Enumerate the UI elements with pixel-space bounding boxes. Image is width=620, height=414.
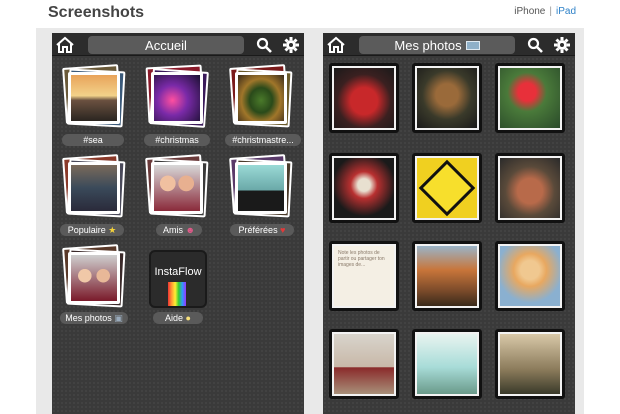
tile-label: Amis ☻ (156, 224, 202, 236)
home-icon[interactable] (54, 35, 76, 55)
iphone-link[interactable]: iPhone (514, 6, 545, 17)
screen-title: Mes photos (359, 36, 515, 54)
top-bar: Mes photos (323, 33, 575, 56)
instaflow-logo: InstaFlow (149, 250, 207, 308)
photo-thumb[interactable] (329, 153, 399, 223)
photo-thumb[interactable]: Note les photos de partir ou partager to… (329, 241, 399, 311)
tile-label: Aide ● (153, 312, 203, 324)
tile-populaire[interactable] (62, 154, 126, 226)
sunset-photo (68, 72, 120, 124)
tile-label: #sea (62, 134, 124, 146)
photo-thumb[interactable] (495, 329, 565, 399)
camera-icon: ▣ (114, 312, 123, 323)
search-icon[interactable] (253, 35, 275, 55)
section-title: Screenshots (48, 4, 145, 21)
friends-photo (151, 162, 203, 214)
separator: | (549, 6, 552, 17)
photo-thumb[interactable] (412, 63, 482, 133)
tile-label: Mes photos ▣ (60, 312, 128, 324)
search-icon[interactable] (524, 35, 546, 55)
gear-icon[interactable] (551, 35, 573, 55)
photo-thumb[interactable] (329, 63, 399, 133)
lightbulb-icon: ● (185, 313, 191, 323)
rainbow-stripe (168, 282, 186, 306)
tile-christmastree[interactable] (229, 64, 293, 136)
title-label: Mes photos (394, 37, 462, 53)
tile-aide[interactable]: InstaFlow (145, 246, 209, 316)
photo-thumb[interactable] (412, 329, 482, 399)
top-bar: Accueil (52, 33, 304, 56)
ipad-link[interactable]: iPad (556, 6, 576, 17)
lights-photo (151, 72, 203, 124)
photo-thumb[interactable] (495, 153, 565, 223)
tile-label: Préférées ♥ (230, 224, 294, 236)
tile-sea[interactable] (62, 64, 126, 136)
home-icon[interactable] (325, 35, 347, 55)
tree-photo (235, 72, 287, 124)
tile-preferees[interactable] (229, 154, 293, 226)
logo-text: InstaFlow (154, 266, 202, 278)
tile-christmas[interactable] (145, 64, 209, 136)
kids-photo (68, 252, 120, 304)
tile-label: #christmastre... (225, 134, 301, 146)
device-switch: iPhone | iPad (514, 6, 576, 17)
camera-icon (465, 40, 480, 50)
window-photo (235, 162, 287, 214)
home-screen: Accueil #sea #christmas #christmastre...… (52, 33, 304, 414)
photo-thumb[interactable] (329, 329, 399, 399)
photo-thumb[interactable] (412, 153, 482, 223)
star-icon: ★ (108, 224, 117, 235)
tile-label: #christmas (144, 134, 210, 146)
warning-sign (418, 159, 476, 217)
photo-thumb[interactable] (495, 63, 565, 133)
title-label: Accueil (145, 37, 187, 53)
photo-thumb[interactable] (412, 241, 482, 311)
my-photos-screen: Mes photos Note les photos de partir ou … (323, 33, 575, 414)
note-text: Note les photos de partir ou partager to… (338, 250, 385, 268)
photo-thumb[interactable] (495, 241, 565, 311)
tile-label: Populaire ★ (60, 224, 124, 236)
screen-title: Accueil (88, 36, 244, 54)
room-photo (68, 162, 120, 214)
heart-icon: ♥ (280, 225, 286, 235)
gear-icon[interactable] (280, 35, 302, 55)
people-icon: ☻ (185, 225, 195, 235)
tile-amis[interactable] (145, 154, 209, 226)
tile-mes-photos[interactable] (62, 244, 126, 316)
